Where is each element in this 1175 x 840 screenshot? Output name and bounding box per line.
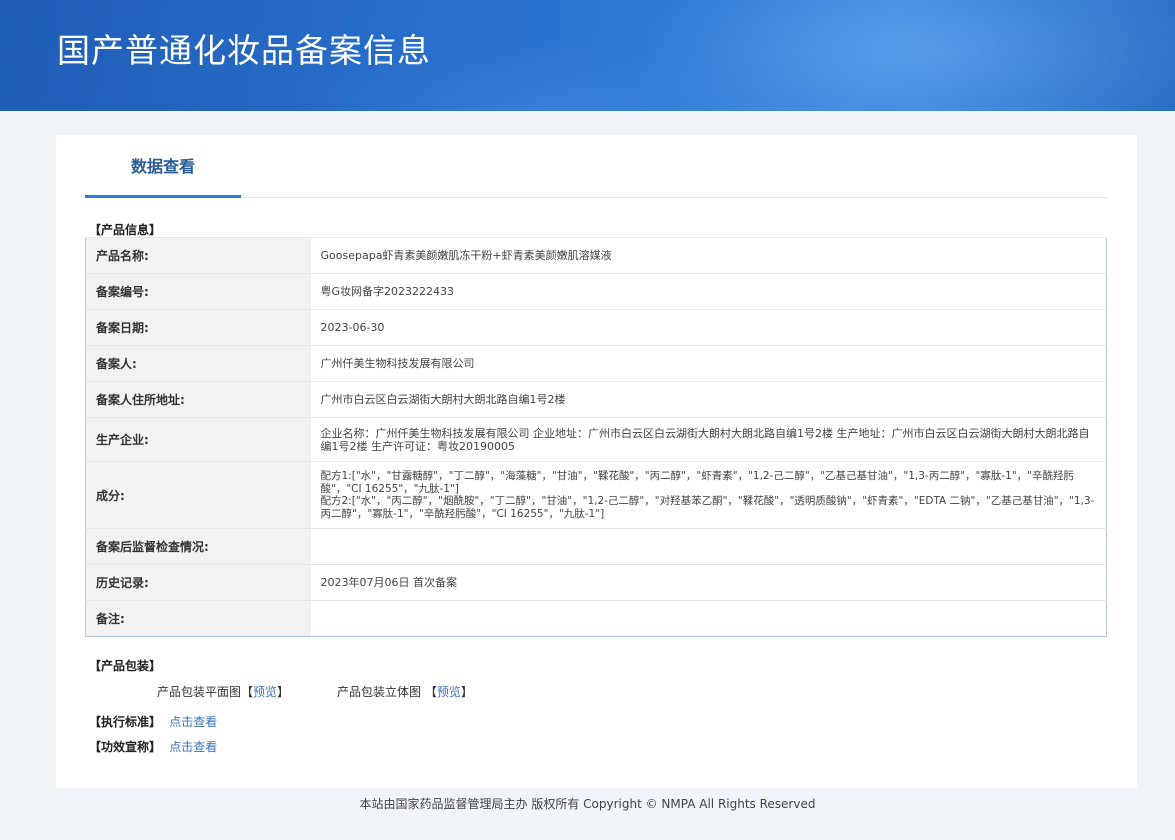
bracket-close: 】	[460, 685, 473, 699]
product-info-table: 产品名称: Goosepapa虾青素美颜嫩肌冻干粉+虾青素美颜嫩肌溶媒液 备案编…	[85, 237, 1107, 637]
row-label: 备案人:	[85, 345, 311, 382]
product-name-value: Goosepapa虾青素美颜嫩肌冻干粉+虾青素美颜嫩肌溶媒液	[310, 237, 1107, 274]
preview-solid-link[interactable]: 预览	[437, 685, 461, 699]
filing-number-value: 粤G妆网备字2023222433	[310, 273, 1107, 310]
row-label: 备案日期:	[85, 309, 311, 346]
standard-item: 【执行标准】 点击查看	[89, 713, 217, 730]
bracket-close: 】	[277, 685, 290, 699]
table-row: 备案编号: 粤G妆网备字2023222433	[85, 273, 1107, 310]
remarks-value	[310, 600, 1107, 637]
table-row: 备案人住所地址: 广州市白云区白云湖街大朗村大朗北路自编1号2楼	[85, 381, 1107, 418]
manufacturer-value: 企业名称：广州仟美生物科技发展有限公司 企业地址：广州市白云区白云湖街大朗村大朗…	[310, 417, 1107, 462]
page-header: 国产普通化妆品备案信息	[0, 0, 1175, 111]
page-footer: 本站由国家药品监督管理局主办 版权所有 Copyright © NMPA All…	[359, 797, 816, 811]
filer-value: 广州仟美生物科技发展有限公司	[310, 345, 1107, 382]
filer-address-value: 广州市白云区白云湖街大朗村大朗北路自编1号2楼	[310, 381, 1107, 418]
table-row: 备注:	[85, 600, 1107, 637]
table-row: 备案人: 广州仟美生物科技发展有限公司	[85, 345, 1107, 382]
row-label: 成分:	[85, 461, 311, 529]
table-row: 生产企业: 企业名称：广州仟美生物科技发展有限公司 企业地址：广州市白云区白云湖…	[85, 417, 1107, 462]
packaging-solid-label: 产品包装立体图	[337, 685, 422, 699]
packaging-solid-item: 产品包装立体图 【预览】	[337, 683, 473, 700]
ingredients-value: 配方1:["水"，"甘露糖醇"，"丁二醇"，"海藻糖"，"甘油"，"鞣花酸"，"…	[310, 461, 1107, 529]
standard-heading: 【执行标准】	[89, 715, 162, 729]
filing-date-value: 2023-06-30	[310, 309, 1107, 346]
tab-bar: 数据查看	[85, 135, 1107, 198]
efficacy-heading: 【功效宣称】	[89, 740, 162, 754]
table-row: 成分: 配方1:["水"，"甘露糖醇"，"丁二醇"，"海藻糖"，"甘油"，"鞣花…	[85, 461, 1107, 529]
content-panel: 数据查看 【产品信息】 产品名称: Goosepapa虾青素美颜嫩肌冻干粉+虾青…	[56, 135, 1137, 788]
efficacy-item: 【功效宣称】 点击查看	[89, 738, 217, 755]
row-label: 历史记录:	[85, 564, 311, 601]
row-label: 备案编号:	[85, 273, 311, 310]
row-label: 备案人住所地址:	[85, 381, 311, 418]
row-label: 生产企业:	[85, 417, 311, 462]
history-value: 2023年07月06日 首次备案	[310, 564, 1107, 601]
bracket-open: 【	[241, 685, 254, 699]
row-label: 备注:	[85, 600, 311, 637]
preview-flat-link[interactable]: 预览	[253, 685, 277, 699]
table-row: 备案日期: 2023-06-30	[85, 309, 1107, 346]
table-row: 历史记录: 2023年07月06日 首次备案	[85, 564, 1107, 601]
page-title: 国产普通化妆品备案信息	[57, 31, 431, 70]
efficacy-view-link[interactable]: 点击查看	[169, 740, 217, 754]
row-label: 产品名称:	[85, 237, 311, 274]
row-label: 备案后监督检查情况:	[85, 528, 311, 565]
packaging-flat-item: 产品包装平面图【预览】	[157, 683, 289, 700]
inspection-value	[310, 528, 1107, 565]
packaging-heading: 【产品包装】	[89, 659, 162, 673]
packaging-flat-label: 产品包装平面图	[157, 685, 242, 699]
table-row: 备案后监督检查情况:	[85, 528, 1107, 565]
bracket-open: 【	[424, 685, 437, 699]
product-info-heading: 【产品信息】	[89, 223, 162, 237]
table-row: 产品名称: Goosepapa虾青素美颜嫩肌冻干粉+虾青素美颜嫩肌溶媒液	[85, 237, 1107, 274]
standard-view-link[interactable]: 点击查看	[169, 715, 217, 729]
tab-data-view[interactable]: 数据查看	[85, 135, 241, 198]
